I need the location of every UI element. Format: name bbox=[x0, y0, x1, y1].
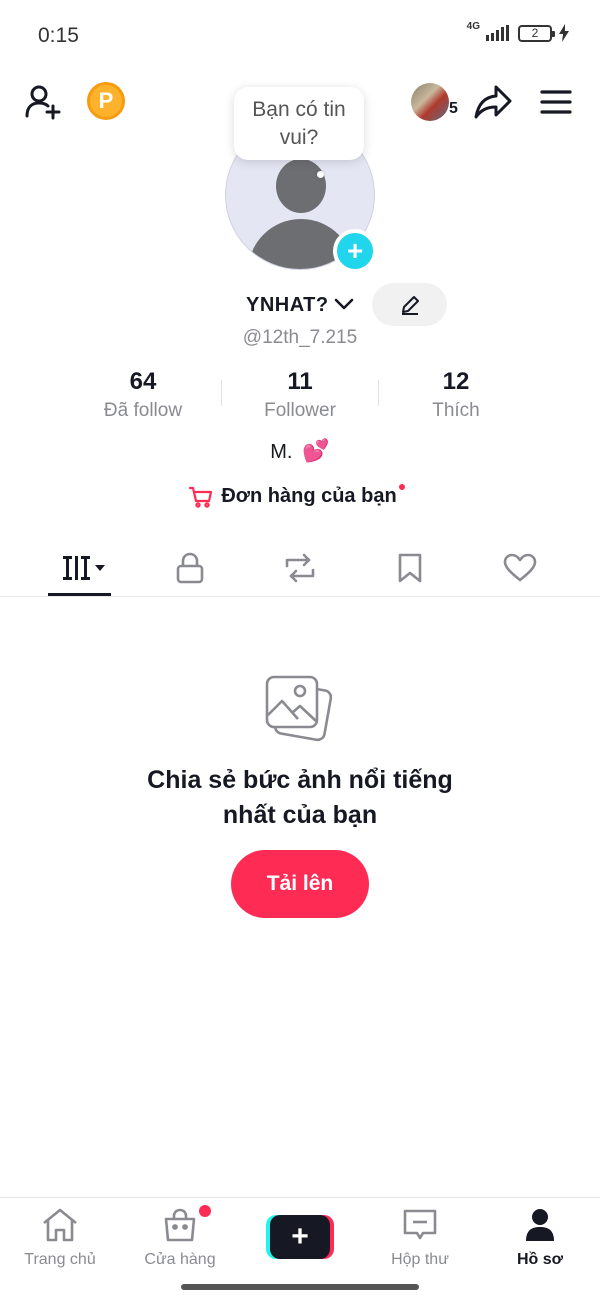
username[interactable]: YNHAT? bbox=[246, 294, 329, 317]
friends-count: 5 bbox=[449, 100, 458, 117]
tab-liked[interactable] bbox=[465, 540, 575, 596]
stat-value: 64 bbox=[129, 368, 157, 395]
orders-label: Đơn hàng của bạn bbox=[221, 485, 397, 507]
network-type: 4G bbox=[466, 21, 480, 32]
tab-videos[interactable] bbox=[30, 540, 140, 596]
stats-row: 64 Đã follow 11 Follower 12 Thích bbox=[0, 368, 600, 428]
orders-link[interactable]: Đơn hàng của bạn bbox=[0, 483, 600, 508]
coin-icon[interactable]: P bbox=[87, 82, 125, 120]
bookmark-icon bbox=[398, 553, 422, 583]
status-icons: 4G 2 bbox=[466, 21, 570, 42]
stat-likes[interactable]: 12 Thích bbox=[378, 368, 534, 422]
profile-icon bbox=[526, 1209, 554, 1241]
menu-icon[interactable] bbox=[538, 84, 574, 120]
empty-title-line2: nhất của bạn bbox=[222, 801, 378, 829]
charging-icon bbox=[559, 24, 569, 42]
user-handle: @12th_7.215 bbox=[242, 327, 358, 348]
chevron-down-icon[interactable] bbox=[333, 293, 355, 315]
battery-icon: 2 bbox=[518, 24, 555, 42]
repost-icon bbox=[285, 553, 315, 583]
bubble-tail-dot bbox=[317, 171, 324, 178]
upload-button[interactable]: Tải lên bbox=[231, 850, 369, 918]
tab-private[interactable] bbox=[135, 540, 245, 596]
active-tab-indicator bbox=[48, 593, 111, 596]
videos-grid-icon bbox=[63, 556, 105, 580]
shop-notification-dot bbox=[199, 1205, 211, 1217]
share-icon[interactable] bbox=[472, 82, 514, 122]
nav-label: Cửa hàng bbox=[144, 1251, 216, 1268]
stat-value: 11 bbox=[287, 368, 313, 395]
edit-profile-button[interactable] bbox=[372, 283, 447, 326]
status-bar: 0:15 4G 2 bbox=[0, 0, 600, 74]
stat-label: Đã follow bbox=[103, 400, 183, 421]
status-bubble[interactable]: Bạn có tin vui? bbox=[234, 87, 364, 160]
stat-value: 12 bbox=[442, 368, 470, 395]
stat-followers[interactable]: 11 Follower bbox=[222, 368, 378, 422]
home-indicator[interactable] bbox=[181, 1284, 419, 1290]
orders-notification-dot bbox=[398, 483, 405, 490]
nav-label: Hồ sơ bbox=[516, 1251, 564, 1268]
shop-bag-icon bbox=[164, 1208, 196, 1242]
create-button[interactable]: + bbox=[266, 1215, 334, 1259]
bio-emoji: 💕 bbox=[302, 438, 330, 463]
lock-icon bbox=[176, 552, 204, 584]
nav-label: Hộp thư bbox=[391, 1251, 449, 1268]
friend-avatar[interactable] bbox=[411, 83, 449, 121]
stat-label: Thích bbox=[432, 400, 480, 421]
avatar-head-shape bbox=[276, 159, 326, 213]
empty-title-line1: Chia sẻ bức ảnh nổi tiếng bbox=[147, 766, 453, 794]
nav-label: Trang chủ bbox=[24, 1251, 96, 1268]
nav-inbox[interactable]: Hộp thư bbox=[360, 1208, 480, 1269]
nav-shop[interactable]: Cửa hàng bbox=[120, 1208, 240, 1269]
signal-icon bbox=[486, 25, 509, 41]
nav-profile[interactable]: Hồ sơ bbox=[480, 1208, 600, 1269]
stat-following[interactable]: 64 Đã follow bbox=[65, 368, 221, 422]
nav-home[interactable]: Trang chủ bbox=[0, 1208, 120, 1269]
tab-saved[interactable] bbox=[355, 540, 465, 596]
add-friend-icon[interactable] bbox=[24, 82, 64, 122]
name-row: YNHAT? bbox=[0, 283, 600, 327]
tab-repost[interactable] bbox=[245, 540, 355, 596]
status-time: 0:15 bbox=[38, 24, 79, 47]
inbox-icon bbox=[403, 1209, 437, 1240]
stat-label: Follower bbox=[264, 400, 336, 421]
add-avatar-plus-icon[interactable]: + bbox=[333, 229, 377, 273]
bio-text: M. bbox=[270, 441, 293, 463]
heart-icon bbox=[503, 553, 537, 582]
empty-state-title: Chia sẻ bức ảnh nổi tiếng nhất của bạn bbox=[0, 763, 600, 833]
create-plus-icon: + bbox=[270, 1215, 330, 1259]
home-icon bbox=[43, 1208, 77, 1242]
cart-icon bbox=[189, 486, 213, 508]
photos-icon bbox=[265, 675, 333, 742]
bio: M. 💕 bbox=[0, 438, 600, 464]
profile-tabs bbox=[0, 540, 600, 597]
pencil-icon bbox=[401, 295, 419, 315]
